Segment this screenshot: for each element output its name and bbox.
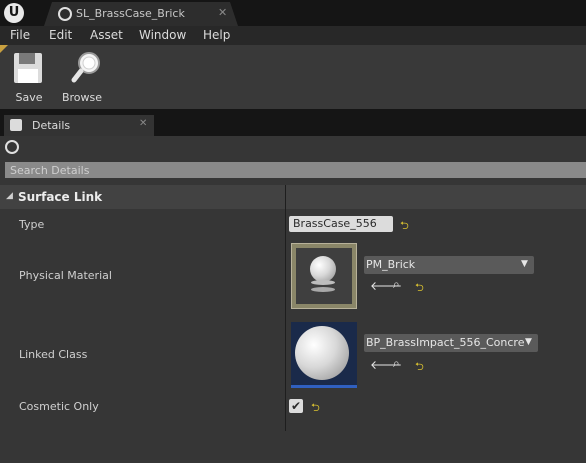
blueprint-sphere-icon (295, 326, 349, 380)
close-tab-icon[interactable]: ✕ (218, 6, 227, 19)
menu-bar: File Edit Asset Window Help (0, 26, 586, 45)
reset-to-default-icon[interactable]: ⮌ (311, 399, 320, 418)
property-label-physical-material: Physical Material (19, 269, 112, 282)
magnifier-icon (71, 52, 100, 83)
stack-disc-icon (311, 280, 335, 285)
toolbar: Save Browse (0, 45, 586, 109)
property-label-cosmetic-only: Cosmetic Only (19, 400, 99, 413)
search-box (5, 162, 586, 178)
save-icon (14, 53, 42, 83)
physical-material-preview (296, 248, 352, 304)
document-tab[interactable]: SL_BrassCase_Brick ✕ (44, 2, 238, 26)
menu-window[interactable]: Window (139, 28, 186, 42)
menu-edit[interactable]: Edit (49, 28, 72, 42)
linked-class-dropdown[interactable]: BP_BrassImpact_556_Concrete ▼ (364, 334, 538, 352)
close-tab-icon[interactable]: ✕ (139, 118, 147, 129)
browse-asset-icon[interactable]: ⌕ (393, 277, 400, 292)
linked-class-thumbnail[interactable] (291, 322, 357, 388)
menu-file[interactable]: File (10, 28, 30, 42)
details-panel: ◢ Surface Link Type BrassCase_556 ⮌ Phys… (0, 136, 586, 463)
collapse-arrow-icon[interactable]: ◢ (6, 191, 13, 201)
document-tab-label: SL_BrassCase_Brick (76, 7, 185, 20)
category-label: Surface Link (18, 190, 103, 204)
column-divider[interactable] (285, 185, 286, 431)
physical-material-dropdown[interactable]: PM_Brick ▼ (364, 256, 534, 274)
corner-indicator (0, 45, 8, 53)
tab-details-label: Details (32, 119, 71, 132)
browse-asset-icon[interactable]: ⌕ (393, 356, 400, 371)
cosmetic-only-checkbox[interactable]: ✔ (289, 399, 303, 413)
chevron-down-icon: ▼ (525, 337, 532, 347)
physical-material-value: PM_Brick (366, 258, 416, 271)
chevron-down-icon: ▼ (521, 259, 528, 269)
category-surface-link[interactable]: ◢ Surface Link (0, 185, 586, 209)
asset-icon (58, 7, 72, 21)
reset-to-default-icon[interactable]: ⮌ (400, 217, 409, 236)
save-button-label: Save (15, 91, 43, 104)
reset-to-default-icon[interactable]: ⮌ (415, 358, 424, 377)
panel-tab-bar: Details ✕ (0, 109, 586, 136)
menu-help[interactable]: Help (203, 28, 230, 42)
browse-button-label: Browse (61, 91, 103, 104)
type-field[interactable]: BrassCase_556 (289, 216, 393, 232)
lock-icon[interactable] (5, 140, 19, 154)
reset-to-default-icon[interactable]: ⮌ (415, 279, 424, 298)
search-input[interactable] (5, 162, 586, 178)
stack-disc-icon (311, 287, 335, 292)
tab-details[interactable]: Details ✕ (4, 115, 154, 136)
browse-button[interactable]: Browse (58, 45, 106, 109)
material-sphere-icon (310, 256, 336, 282)
save-button[interactable]: Save (0, 45, 58, 109)
details-icon (10, 119, 22, 131)
property-label-type: Type (19, 218, 45, 231)
title-bar: U SL_BrassCase_Brick ✕ (0, 0, 586, 26)
property-label-linked-class: Linked Class (19, 348, 88, 361)
linked-class-value: BP_BrassImpact_556_Concrete (366, 336, 524, 349)
physical-material-thumbnail[interactable] (291, 243, 357, 309)
type-value: BrassCase_556 (293, 217, 377, 230)
unreal-logo-icon[interactable]: U (4, 3, 24, 23)
menu-asset[interactable]: Asset (90, 28, 123, 42)
